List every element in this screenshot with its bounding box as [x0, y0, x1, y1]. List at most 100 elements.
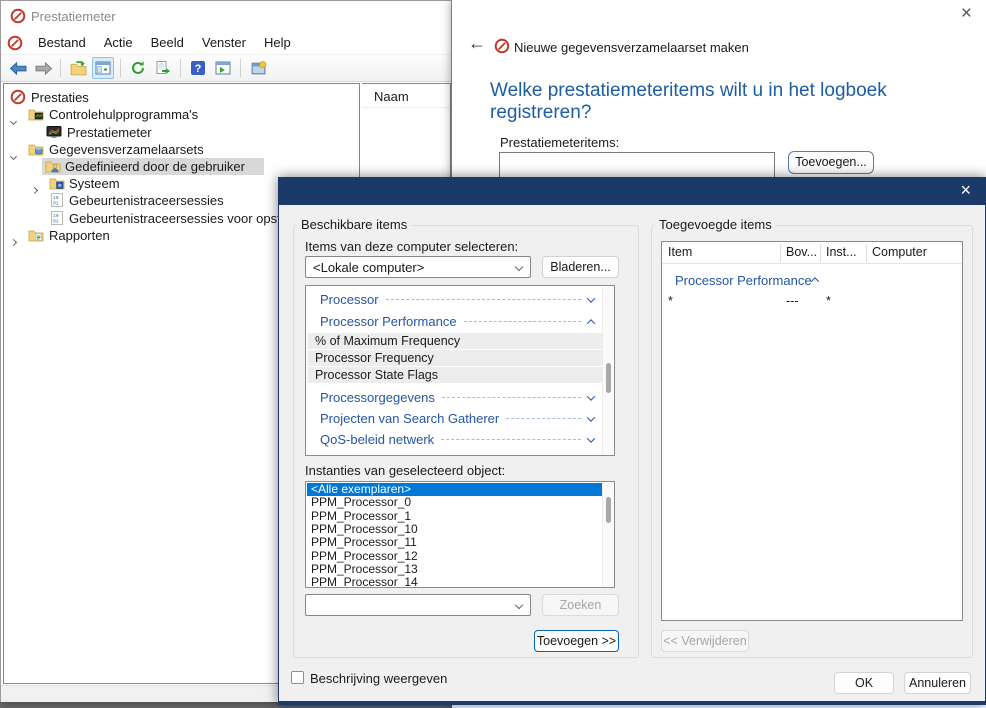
- perfmon-dialog-icon: [494, 38, 510, 54]
- scrollbar[interactable]: [602, 483, 613, 586]
- instance-item[interactable]: PPM_Processor_1: [307, 510, 603, 523]
- column-bovenliggend[interactable]: Bov...: [786, 245, 817, 259]
- close-icon[interactable]: ×: [961, 4, 972, 24]
- chevron-down-icon: [515, 601, 523, 609]
- chevron-up-icon[interactable]: [810, 277, 818, 285]
- menu-actie[interactable]: Actie: [95, 31, 142, 54]
- added-items-label: Toegevoegde items: [655, 217, 776, 232]
- toolbar-separator: [60, 59, 61, 77]
- chevron-down-icon[interactable]: [587, 413, 595, 421]
- description-checkbox[interactable]: [291, 671, 304, 684]
- chevron-up-icon[interactable]: [587, 319, 595, 327]
- table-header: Item Bov... Inst... Computer: [662, 242, 962, 264]
- forward-icon[interactable]: [32, 57, 54, 79]
- menu-help[interactable]: Help: [255, 31, 300, 54]
- column-item[interactable]: Item: [668, 245, 692, 259]
- back-icon[interactable]: [7, 57, 29, 79]
- new-window-icon[interactable]: [247, 57, 269, 79]
- instance-search-combo[interactable]: [305, 594, 531, 616]
- search-input[interactable]: [310, 597, 500, 613]
- close-icon[interactable]: ×: [960, 180, 971, 201]
- counter-group-processor-performance[interactable]: Processor Performance: [306, 311, 594, 332]
- instance-item[interactable]: PPM_Processor_13: [307, 563, 603, 576]
- description-checkbox-label: Beschrijving weergeven: [310, 671, 447, 686]
- toolbar: ?: [1, 55, 451, 82]
- user-folder-icon: [45, 158, 61, 174]
- available-items-label: Beschikbare items: [297, 217, 411, 232]
- system-folder-icon: [49, 175, 65, 191]
- report-folder-icon: [28, 227, 44, 243]
- browse-button[interactable]: Bladeren...: [542, 256, 619, 278]
- menu-venster[interactable]: Venster: [193, 31, 255, 54]
- search-button[interactable]: Zoeken: [542, 594, 619, 616]
- counter-item[interactable]: % of Maximum Frequency: [308, 333, 604, 349]
- added-counters-table: Item Bov... Inst... Computer Processor P…: [661, 241, 963, 621]
- picker-titlebar: ×: [279, 178, 985, 205]
- scrollbar-thumb[interactable]: [606, 497, 611, 523]
- counters-listbox: Processor Processor Performance % of Max…: [305, 285, 615, 456]
- monitor-folder-icon: [28, 106, 44, 122]
- perfmon-app-icon: [10, 8, 26, 24]
- counter-item[interactable]: Processor State Flags: [308, 367, 604, 383]
- instance-item[interactable]: PPM_Processor_12: [307, 550, 603, 563]
- chevron-down-icon[interactable]: [587, 434, 595, 442]
- added-row-instance: *: [826, 294, 831, 308]
- chevron-right-icon[interactable]: [11, 232, 16, 249]
- add-counters-button[interactable]: Toevoegen >>: [534, 630, 619, 652]
- data-folder-icon: [28, 141, 44, 157]
- toolbar-separator: [120, 59, 121, 77]
- added-group-processor-performance[interactable]: Processor Performance: [662, 270, 958, 290]
- chevron-down-icon: [515, 263, 523, 271]
- instances-label: Instanties van geselecteerd object:: [305, 463, 505, 478]
- chevron-down-icon[interactable]: [587, 392, 595, 400]
- main-titlebar: Prestatiemeter: [1, 1, 451, 31]
- cancel-button[interactable]: Annuleren: [904, 672, 971, 694]
- help-icon[interactable]: ?: [187, 57, 209, 79]
- chevron-down-icon[interactable]: [11, 111, 16, 128]
- trace-log-icon: 1001: [49, 210, 65, 226]
- added-row-parent: ---: [786, 294, 799, 308]
- instance-item[interactable]: PPM_Processor_14: [307, 576, 603, 588]
- instance-item-selected[interactable]: <Alle exemplaren>: [307, 483, 603, 496]
- toolbar-separator: [180, 59, 181, 77]
- scrollbar-thumb[interactable]: [606, 363, 611, 393]
- column-header-naam[interactable]: Naam: [362, 84, 450, 108]
- chevron-right-icon[interactable]: [32, 180, 37, 197]
- trace-log-icon: 1001: [49, 192, 65, 208]
- remove-button[interactable]: << Verwijderen: [661, 630, 749, 652]
- menu-bestand[interactable]: Bestand: [29, 31, 95, 54]
- ok-button[interactable]: OK: [834, 672, 894, 694]
- added-row-item[interactable]: *: [668, 294, 673, 308]
- console-play-icon[interactable]: [212, 57, 234, 79]
- chevron-down-icon[interactable]: [587, 294, 595, 302]
- computer-select[interactable]: <Lokale computer>: [305, 256, 531, 278]
- counter-group-processor[interactable]: Processor: [306, 289, 594, 310]
- show-window-icon[interactable]: [92, 57, 114, 79]
- svg-text:?: ?: [195, 63, 202, 75]
- column-instantie[interactable]: Inst...: [826, 245, 857, 259]
- perfmon-root-icon: [10, 89, 26, 105]
- export-list-icon[interactable]: [152, 57, 174, 79]
- counter-group-qos[interactable]: QoS-beleid netwerk: [306, 429, 594, 450]
- instance-item[interactable]: PPM_Processor_0: [307, 496, 603, 509]
- refresh-icon[interactable]: [127, 57, 149, 79]
- instance-item[interactable]: PPM_Processor_10: [307, 523, 603, 536]
- perfmon-menu-icon: [7, 35, 23, 51]
- instances-listbox: <Alle exemplaren> PPM_Processor_0 PPM_Pr…: [305, 481, 615, 588]
- performance-items-label: Prestatiemeteritems:: [500, 135, 619, 150]
- wizard-add-button[interactable]: Toevoegen...: [788, 151, 874, 174]
- counter-group-processorgegevens[interactable]: Processorgegevens: [306, 387, 594, 408]
- scrollbar[interactable]: [602, 287, 613, 454]
- counter-group-search-gatherer[interactable]: Projecten van Search Gatherer: [306, 408, 594, 429]
- chevron-down-icon[interactable]: [11, 146, 16, 163]
- menu-beeld[interactable]: Beeld: [142, 31, 193, 54]
- svg-text:10: 10: [53, 195, 59, 201]
- instance-item[interactable]: PPM_Processor_11: [307, 536, 603, 549]
- menubar: Bestand Actie Beeld Venster Help: [1, 31, 451, 55]
- counter-item[interactable]: Processor Frequency: [308, 350, 604, 366]
- column-computer[interactable]: Computer: [872, 245, 927, 259]
- select-computer-label: Items van deze computer selecteren:: [305, 239, 518, 254]
- monitor-icon: [46, 124, 62, 140]
- back-arrow-icon[interactable]: ←: [468, 33, 486, 54]
- export-folder-icon[interactable]: [67, 57, 89, 79]
